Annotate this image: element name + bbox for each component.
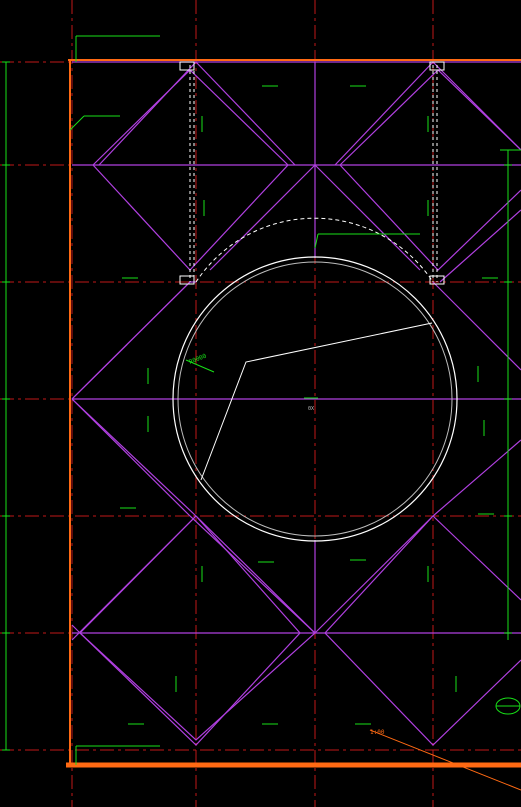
center-mark: 0X: [308, 406, 314, 412]
leader-label: 1:00: [370, 729, 385, 736]
cad-drawing-canvas[interactable]: R0000 1:00 0X: [0, 0, 521, 807]
drawing-background: [0, 0, 521, 807]
